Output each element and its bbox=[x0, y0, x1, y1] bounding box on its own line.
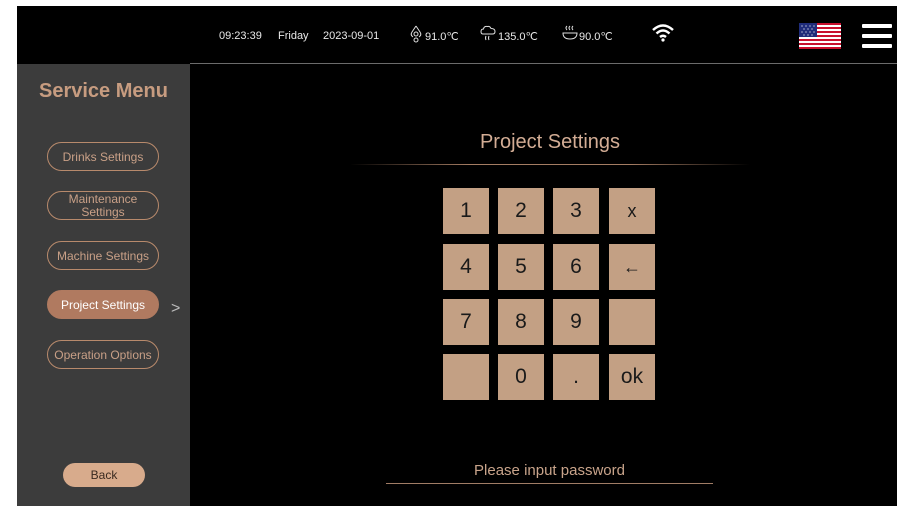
key-1[interactable]: 1 bbox=[443, 188, 489, 234]
weekday: Friday bbox=[278, 30, 309, 42]
chevron-right-icon: > bbox=[171, 300, 181, 317]
water-temperature-value: 91.0℃ bbox=[425, 31, 459, 43]
clock-time: 09:23:39 bbox=[219, 30, 262, 42]
sidebar-item-label: Machine Settings bbox=[56, 248, 150, 263]
hamburger-menu-icon[interactable] bbox=[862, 23, 892, 49]
title-divider bbox=[350, 164, 750, 165]
sidebar-item-maintenance-settings[interactable]: Maintenance Settings bbox=[47, 191, 159, 220]
sidebar-item-label-line1: Maintenance bbox=[68, 192, 138, 206]
boiler-temperature-value: 90.0℃ bbox=[579, 31, 613, 43]
wifi-icon[interactable] bbox=[652, 24, 674, 42]
key-8[interactable]: 8 bbox=[498, 299, 544, 345]
sidebar-item-drinks-settings[interactable]: Drinks Settings bbox=[47, 142, 159, 171]
key-3[interactable]: 3 bbox=[553, 188, 599, 234]
key-7[interactable]: 7 bbox=[443, 299, 489, 345]
key-5[interactable]: 5 bbox=[498, 244, 544, 290]
key-0[interactable]: 0 bbox=[498, 354, 544, 400]
password-field[interactable]: Please input password bbox=[386, 462, 713, 479]
header-divider bbox=[190, 63, 897, 64]
key-backspace[interactable]: ← bbox=[609, 244, 655, 290]
key-ok[interactable]: ok bbox=[609, 354, 655, 400]
water-temperature-icon bbox=[410, 25, 422, 43]
us-flag-icon[interactable] bbox=[799, 23, 841, 49]
password-underline bbox=[386, 483, 713, 484]
boiler-temperature-icon bbox=[562, 25, 578, 40]
sidebar-item-label: Operation Options bbox=[54, 347, 152, 362]
steam-temperature-value: 135.0℃ bbox=[498, 31, 538, 43]
app-screen: 09:23:39 Friday 2023-09-01 91.0℃ 135.0℃ … bbox=[17, 6, 897, 506]
date: 2023-09-01 bbox=[323, 30, 380, 42]
sidebar-item-machine-settings[interactable]: Machine Settings bbox=[47, 241, 159, 270]
sidebar-title: Service Menu bbox=[39, 80, 168, 102]
key-clear[interactable]: x bbox=[609, 188, 655, 234]
key-blank[interactable] bbox=[443, 354, 489, 400]
key-4[interactable]: 4 bbox=[443, 244, 489, 290]
key-6[interactable]: 6 bbox=[553, 244, 599, 290]
sidebar-item-project-settings[interactable]: Project Settings bbox=[47, 290, 159, 319]
sidebar-item-label-line2: Settings bbox=[81, 205, 125, 219]
key-blank[interactable] bbox=[609, 299, 655, 345]
sidebar-item-label: Drinks Settings bbox=[62, 149, 144, 164]
key-9[interactable]: 9 bbox=[553, 299, 599, 345]
back-button[interactable]: Back bbox=[63, 463, 145, 487]
service-sidebar: Service Menu Drinks Settings Maintenance… bbox=[17, 64, 190, 506]
page-title: Project Settings bbox=[479, 131, 621, 153]
key-decimal[interactable]: . bbox=[553, 354, 599, 400]
key-2[interactable]: 2 bbox=[498, 188, 544, 234]
sidebar-item-operation-options[interactable]: Operation Options bbox=[47, 340, 159, 369]
sidebar-item-label: Project Settings bbox=[60, 297, 146, 312]
status-bar: 09:23:39 Friday 2023-09-01 91.0℃ 135.0℃ … bbox=[17, 6, 897, 63]
steam-temperature-icon bbox=[480, 25, 496, 41]
